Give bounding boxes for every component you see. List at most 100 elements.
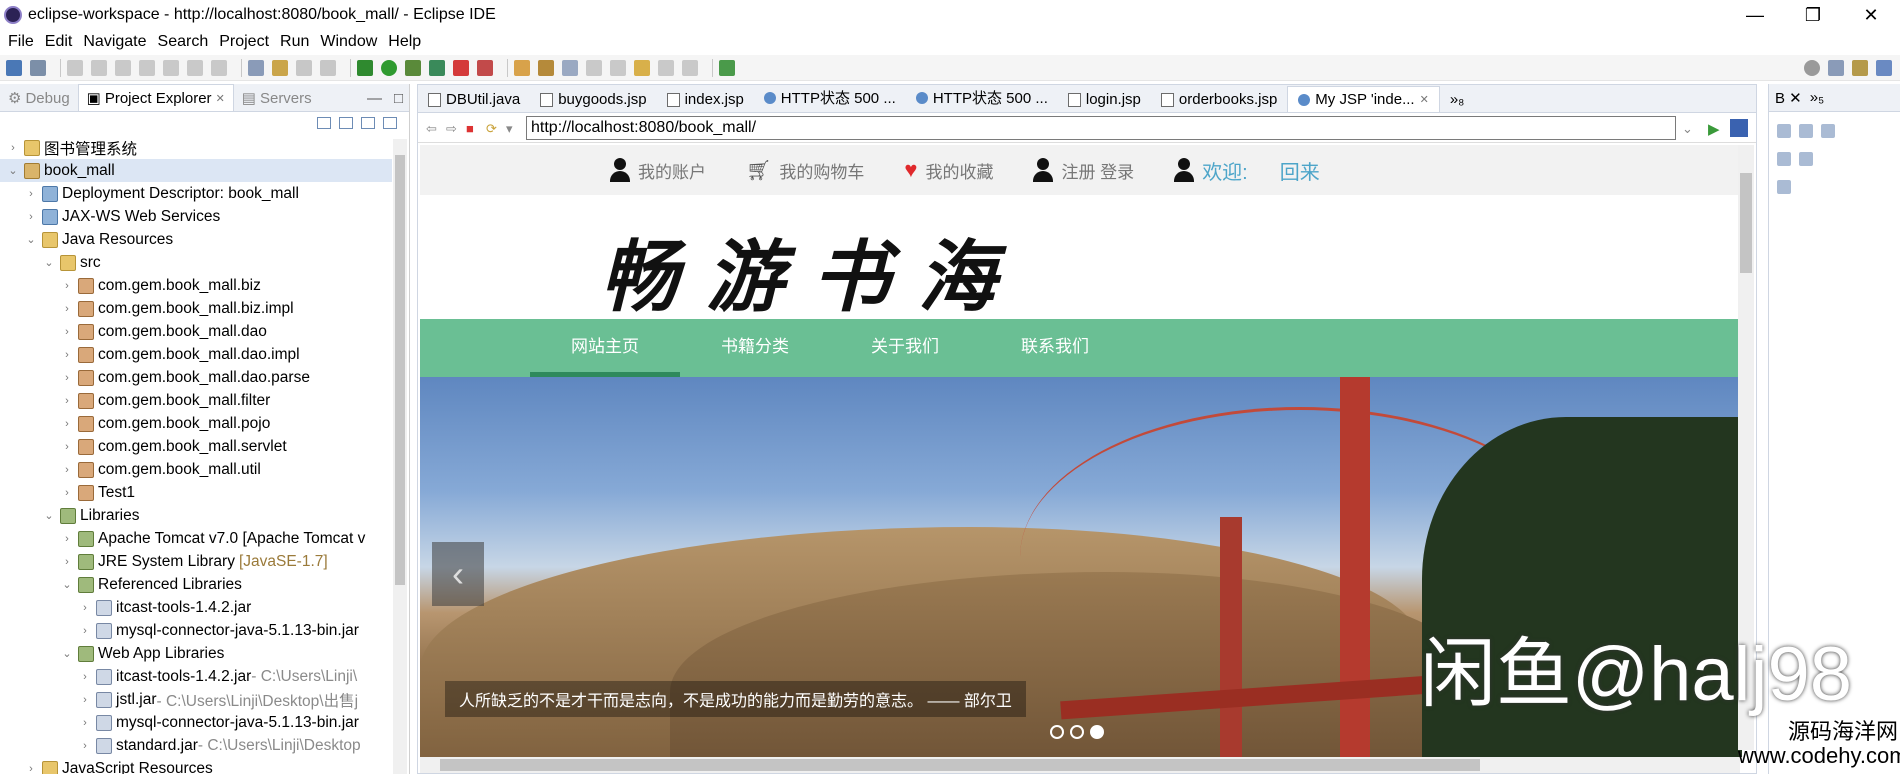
chevron-right-icon[interactable]: › — [60, 556, 74, 568]
open-type-icon[interactable] — [514, 59, 530, 76]
url-input[interactable]: http://localhost:8080/book_mall/ — [526, 115, 1676, 140]
editor-tab[interactable]: buygoods.jsp — [530, 87, 656, 112]
back-arrow-icon[interactable]: ⇦ — [426, 121, 440, 136]
scroll-thumb[interactable] — [440, 759, 1480, 771]
close-button[interactable]: ✕ — [1842, 0, 1900, 30]
chevron-right-icon[interactable]: › — [24, 211, 38, 223]
editor-tab[interactable]: index.jsp — [657, 87, 754, 112]
chevron-right-icon[interactable]: › — [78, 717, 92, 729]
chevron-down-icon[interactable]: ▾ — [506, 121, 520, 136]
coverage-icon[interactable] — [405, 59, 421, 76]
site-logo[interactable]: 畅游书海 — [600, 215, 1024, 327]
chevron-right-icon[interactable]: › — [60, 372, 74, 384]
search-toolbar-icon[interactable] — [562, 59, 578, 76]
collapse-all-icon[interactable] — [317, 117, 331, 129]
tab-overflow-button[interactable]: »₈ — [1440, 87, 1475, 112]
tree-item[interactable]: ⌄ Referenced Libraries — [0, 573, 392, 596]
open-external-browser-icon[interactable] — [1730, 118, 1748, 137]
restore-button[interactable]: ❐ — [1784, 0, 1842, 30]
tree-item[interactable]: ⌄ Libraries — [0, 504, 392, 527]
more-tabs-icon[interactable]: »₅ — [1810, 89, 1824, 106]
carousel-dot[interactable] — [1050, 725, 1064, 739]
expand-icon[interactable] — [1777, 152, 1791, 166]
tree-item[interactable]: › com.gem.book_mall.dao.impl — [0, 343, 392, 366]
menu-run[interactable]: Run — [280, 33, 309, 51]
chevron-right-icon[interactable]: › — [60, 464, 74, 476]
open-task-icon[interactable] — [538, 59, 554, 76]
menu-navigate[interactable]: Navigate — [83, 33, 146, 51]
perspective-javaee-icon[interactable] — [1828, 59, 1844, 76]
chevron-right-icon[interactable]: › — [78, 694, 92, 706]
tree-item[interactable]: › 图书管理系统 — [0, 136, 392, 159]
chevron-down-icon[interactable]: ⌄ — [42, 509, 56, 522]
tree-item[interactable]: › com.gem.book_mall.pojo — [0, 412, 392, 435]
tab-servers[interactable]: ▤ Servers — [234, 85, 320, 111]
chevron-right-icon[interactable]: › — [60, 303, 74, 315]
tab-breakpoints[interactable]: B ✕ — [1775, 89, 1802, 107]
step-over-icon[interactable] — [187, 59, 203, 76]
back-icon[interactable] — [658, 59, 674, 76]
tab-project-explorer[interactable]: ▣ Project Explorer ✕ — [77, 84, 234, 111]
chevron-right-icon[interactable]: › — [60, 349, 74, 361]
resume-icon[interactable] — [67, 59, 83, 76]
step-into-icon[interactable] — [163, 59, 179, 76]
open-perspective-icon[interactable] — [248, 59, 264, 76]
menu-help[interactable]: Help — [388, 33, 421, 51]
tree-item[interactable]: › com.gem.book_mall.biz — [0, 274, 392, 297]
browser-horizontal-scrollbar[interactable] — [420, 757, 1740, 773]
tree-item[interactable]: › Apache Tomcat v7.0 [Apache Tomcat v — [0, 527, 392, 550]
tree-item[interactable]: › Test1 — [0, 481, 392, 504]
link-register-login[interactable]: 注册 登录 — [1033, 158, 1134, 183]
chevron-down-icon[interactable]: ⌄ — [6, 164, 20, 177]
debug-icon[interactable] — [357, 59, 373, 76]
refresh-icon[interactable]: ⟳ — [486, 121, 500, 136]
chevron-right-icon[interactable]: › — [60, 533, 74, 545]
nav-home[interactable]: 网站主页 — [530, 319, 680, 377]
terminate-icon[interactable] — [115, 59, 131, 76]
breakpoint-icon[interactable] — [1777, 180, 1791, 194]
chevron-right-icon[interactable]: › — [24, 188, 38, 200]
chevron-right-icon[interactable]: › — [60, 441, 74, 453]
link-my-account[interactable]: 我的账户 — [610, 158, 706, 183]
perspective-debug-icon[interactable] — [1876, 59, 1892, 76]
external-tools-icon[interactable] — [429, 59, 445, 76]
tree-item[interactable]: › com.gem.book_mall.filter — [0, 389, 392, 412]
run-icon[interactable] — [381, 59, 397, 76]
nav-categories[interactable]: 书籍分类 — [680, 319, 830, 377]
skip-breakpoints-icon[interactable] — [30, 59, 46, 76]
chevron-right-icon[interactable]: › — [78, 671, 92, 683]
view-menu-icon[interactable] — [383, 117, 397, 129]
chevron-right-icon[interactable]: › — [60, 326, 74, 338]
chevron-right-icon[interactable]: › — [78, 740, 92, 752]
editor-tab[interactable]: My JSP 'inde... ✕ — [1287, 86, 1440, 112]
tree-item[interactable]: › itcast-tools-1.4.2.jar — [0, 596, 392, 619]
filter-icon[interactable] — [361, 117, 375, 129]
nav-about-us[interactable]: 关于我们 — [830, 319, 980, 377]
url-history-dropdown-icon[interactable]: ⌄ — [1682, 121, 1696, 136]
stop-icon[interactable]: ■ — [466, 121, 480, 136]
remove-icon[interactable] — [1777, 124, 1791, 138]
chevron-right-icon[interactable]: › — [60, 487, 74, 499]
tree-item[interactable]: › com.gem.book_mall.biz.impl — [0, 297, 392, 320]
tree-item[interactable]: › JavaScript Resources — [0, 757, 392, 774]
tree-item[interactable]: › standard.jar - C:\Users\Linji\Desktop — [0, 734, 392, 757]
go-icon[interactable]: ▶ — [1708, 120, 1724, 138]
link-icon[interactable] — [1821, 124, 1835, 138]
tree-item[interactable]: › com.gem.book_mall.util — [0, 458, 392, 481]
new-window-icon[interactable] — [6, 59, 22, 76]
annotation-prev-icon[interactable] — [610, 59, 626, 76]
stop-server-icon[interactable] — [453, 59, 469, 76]
tree-item[interactable]: › jstl.jar - C:\Users\Linji\Desktop\出售j — [0, 688, 392, 711]
tree-item[interactable]: ⌄ src — [0, 251, 392, 274]
tree-item[interactable]: › mysql-connector-java-5.1.13-bin.jar — [0, 711, 392, 734]
tree-item[interactable]: › mysql-connector-java-5.1.13-bin.jar — [0, 619, 392, 642]
close-tab-icon[interactable]: ✕ — [1420, 93, 1429, 106]
explorer-scrollbar[interactable] — [393, 139, 407, 774]
step-return-icon[interactable] — [211, 59, 227, 76]
carousel-dot[interactable] — [1090, 725, 1104, 739]
publish-icon[interactable] — [477, 59, 493, 76]
search-icon[interactable] — [1804, 59, 1820, 76]
editor-tab[interactable]: orderbooks.jsp — [1151, 87, 1287, 112]
link-with-editor-icon[interactable] — [339, 117, 353, 129]
tree-item[interactable]: › com.gem.book_mall.servlet — [0, 435, 392, 458]
